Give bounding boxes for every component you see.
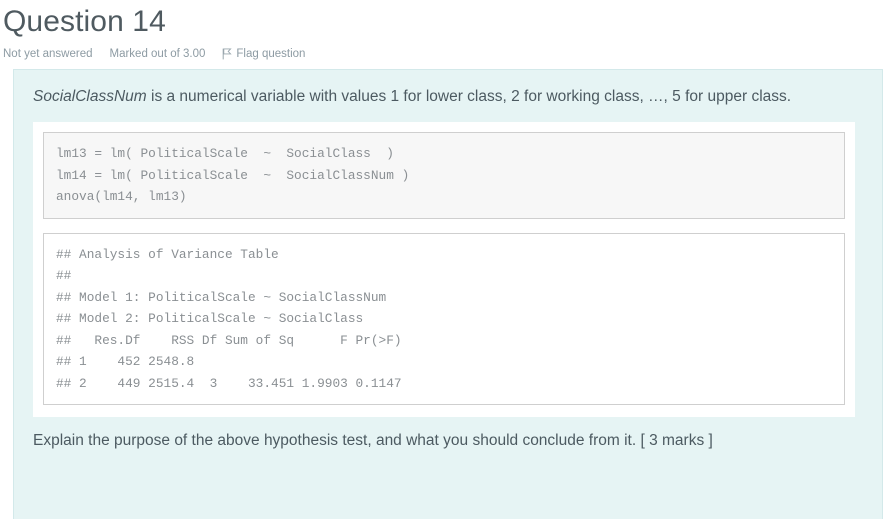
question-header: Question 14 Not yet answered Marked out … bbox=[0, 0, 896, 61]
question-page: Question 14 Not yet answered Marked out … bbox=[0, 0, 896, 519]
code-container: lm13 = lm( PoliticalScale ~ SocialClass … bbox=[33, 122, 855, 417]
question-intro-text: SocialClassNum is a numerical variable w… bbox=[14, 70, 882, 108]
question-meta: Not yet answered Marked out of 3.00 Flag… bbox=[0, 41, 896, 61]
question-body-panel: SocialClassNum is a numerical variable w… bbox=[13, 69, 883, 519]
answer-status: Not yet answered bbox=[3, 48, 93, 60]
flag-question-label: Flag question bbox=[236, 48, 306, 60]
variable-name-emphasis: SocialClassNum bbox=[33, 88, 147, 105]
question-intro-rest: is a numerical variable with values 1 fo… bbox=[146, 88, 792, 105]
marks-out-of: Marked out of 3.00 bbox=[109, 48, 206, 60]
r-code-output-block: ## Analysis of Variance Table ## ## Mode… bbox=[43, 232, 845, 405]
flag-icon bbox=[222, 48, 233, 60]
r-code-input-block: lm13 = lm( PoliticalScale ~ SocialClass … bbox=[43, 132, 845, 219]
page-title: Question 14 bbox=[3, 5, 166, 38]
flag-question-button[interactable]: Flag question bbox=[222, 47, 305, 61]
question-prompt-text: Explain the purpose of the above hypothe… bbox=[33, 432, 713, 449]
